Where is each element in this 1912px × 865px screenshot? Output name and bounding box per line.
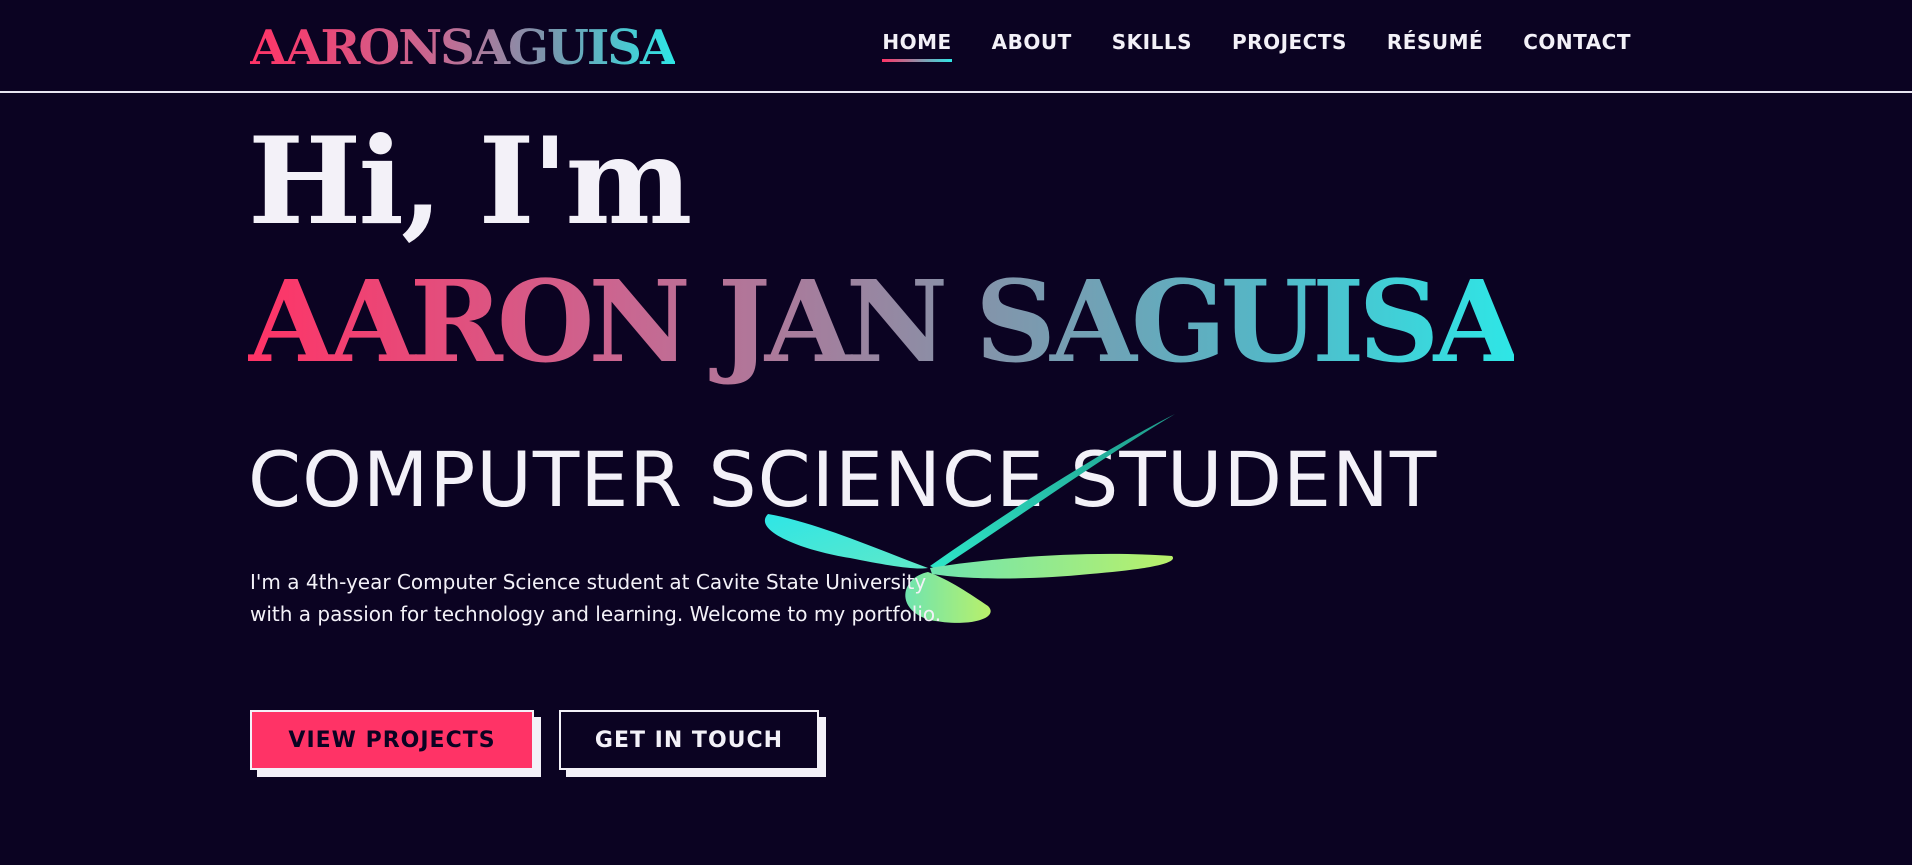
get-in-touch-button[interactable]: GET IN TOUCH (559, 710, 819, 770)
hero-description: I'm a 4th-year Computer Science student … (250, 570, 942, 626)
nav-about[interactable]: ABOUT (992, 30, 1072, 60)
main-nav: HOME ABOUT SKILLS PROJECTS RÉSUMÉ CONTAC… (882, 30, 1631, 62)
view-projects-button[interactable]: VIEW PROJECTS (250, 710, 534, 770)
hero-role: COMPUTER SCIENCE STUDENT (248, 435, 1438, 524)
hero-name: AARON JAN SAGUISA (248, 257, 1520, 388)
nav-skills[interactable]: SKILLS (1112, 30, 1192, 60)
nav-resume[interactable]: RÉSUMÉ (1387, 30, 1483, 60)
site-logo[interactable]: AARONSAGUISA (250, 16, 677, 80)
nav-home[interactable]: HOME (882, 30, 952, 62)
hero-greeting: Hi, I'm (248, 111, 692, 252)
nav-projects[interactable]: PROJECTS (1232, 30, 1347, 60)
nav-contact[interactable]: CONTACT (1523, 30, 1631, 60)
site-header: AARONSAGUISA HOME ABOUT SKILLS PROJECTS … (0, 0, 1912, 93)
